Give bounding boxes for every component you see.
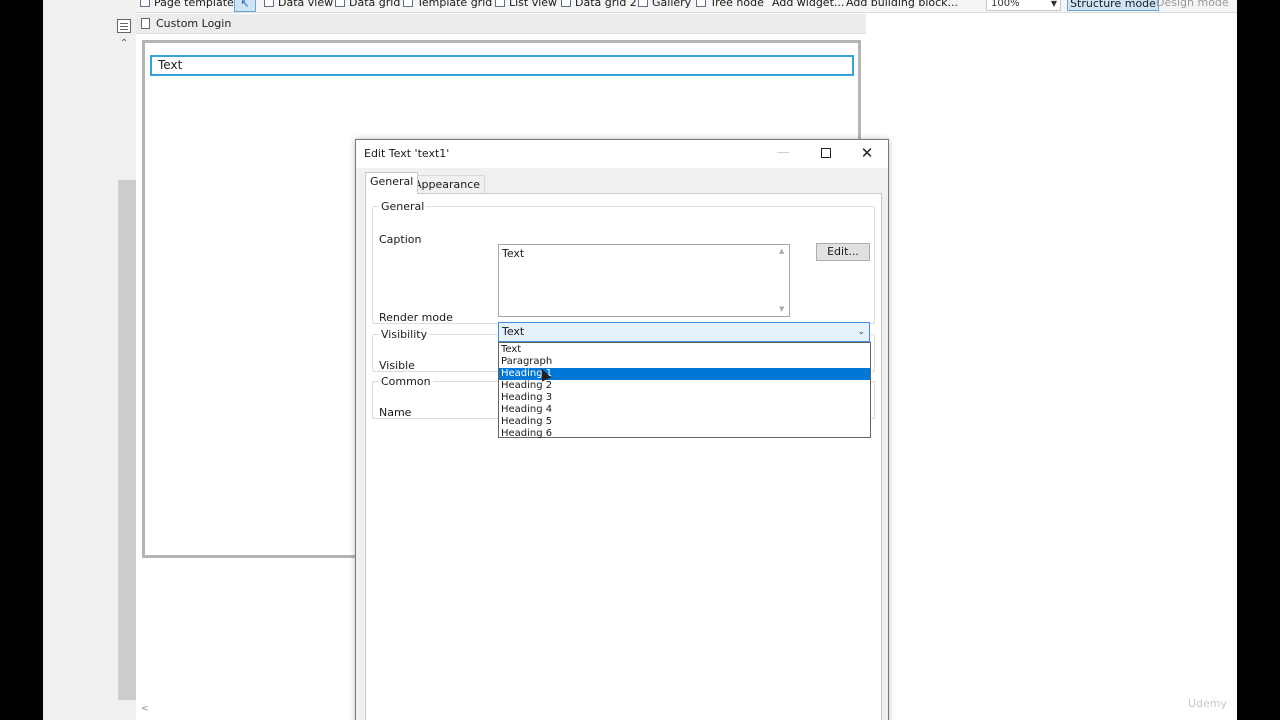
close-icon: ✕ [860,144,874,162]
right-letterbox [1237,0,1280,720]
scroll-down-icon: ▼ [779,305,785,313]
zoom-select[interactable]: 100% ▼ [986,0,1061,11]
structure-mode-button[interactable]: Structure mode [1067,0,1159,11]
edit-caption-button[interactable]: Edit... [816,243,870,261]
dialog-body: General Appearance General Visibility Co… [356,168,888,720]
dialog-title: Edit Text 'text1' [364,147,450,160]
page-tab-label: Custom Login [156,17,232,30]
tab-panel-general: General Visibility Common Caption Text ▲… [365,193,882,720]
render-mode-label: Render mode [379,311,453,324]
pointer-tool-button[interactable]: ↖ [234,0,256,12]
caption-value: Text [502,247,525,260]
left-letterbox [0,0,43,720]
chevron-up-icon[interactable]: ⌃ [120,38,128,49]
pointer-icon: ↖ [240,0,250,10]
close-button[interactable]: ✕ [846,140,888,168]
data-view-icon [264,0,274,7]
vertical-scrollbar[interactable] [118,180,136,700]
option-heading-3[interactable]: Heading 3 [499,392,870,404]
widget-toolbar: Page template ↖ Data view Data grid Temp… [136,0,1237,13]
minimize-icon: — [776,145,790,160]
option-text[interactable]: Text [499,344,870,356]
option-heading-4[interactable]: Heading 4 [499,404,870,416]
minimize-button[interactable]: — [762,140,804,168]
option-paragraph[interactable]: Paragraph [499,356,870,368]
caption-textarea[interactable]: Text ▲ ▼ [498,244,790,317]
text-widget[interactable]: Text [150,55,854,76]
toolbar-list-view[interactable]: List view [495,0,557,9]
chevron-down-icon: ⌄ [857,327,865,337]
page-tab[interactable]: Custom Login [136,14,866,34]
data-grid-2-icon [561,0,571,7]
scroll-up-icon: ▲ [779,247,785,255]
data-grid-icon [335,0,345,7]
toolbar-data-view[interactable]: Data view [264,0,333,9]
common-group-label: Common [379,375,433,388]
toolbar-tree-node[interactable]: Tree node [696,0,764,9]
tab-appearance[interactable]: Appearance [409,175,486,194]
add-widget-button[interactable]: Add widget... [772,0,844,9]
list-view-icon [495,0,505,7]
visible-label: Visible [379,359,415,372]
dropdown-arrow-icon: ▼ [1050,0,1057,8]
toolbar-data-grid-2[interactable]: Data grid 2 [561,0,637,9]
toolbar-data-grid[interactable]: Data grid [335,0,400,9]
template-grid-icon [403,0,413,7]
watermark-logo: Udemy [1188,697,1228,710]
edit-text-dialog: Edit Text 'text1' — ✕ General Appearance… [355,139,889,720]
page-structure-icon[interactable] [117,19,131,33]
option-heading-2[interactable]: Heading 2 [499,380,870,392]
option-heading-6[interactable]: Heading 6 [499,428,870,440]
name-label: Name [379,406,412,419]
design-mode-button[interactable]: Design mode [1156,0,1229,9]
scroll-left-icon[interactable]: < [141,704,149,714]
option-heading-5[interactable]: Heading 5 [499,416,870,428]
gallery-icon [638,0,648,7]
tree-node-icon [696,0,706,7]
tab-general[interactable]: General [365,172,419,194]
general-group-label: General [379,200,427,213]
caption-scrollbar[interactable]: ▲ ▼ [777,245,789,316]
option-heading-1[interactable]: Heading 1 [499,368,870,380]
maximize-icon [821,148,831,158]
render-mode-select[interactable]: Text ⌄ [498,322,870,342]
page-icon [141,18,150,29]
caption-label: Caption [379,233,422,246]
toolbar-page-template[interactable]: Page template [140,0,234,9]
visibility-group-label: Visibility [379,328,430,341]
toolbar-gallery[interactable]: Gallery [638,0,691,9]
render-mode-value: Text [502,325,525,338]
dialog-titlebar[interactable]: Edit Text 'text1' — ✕ [356,140,888,168]
toolbar-template-grid[interactable]: Template grid [403,0,492,9]
page-template-icon [140,0,150,7]
render-mode-dropdown-list: Text Paragraph Heading 1 Heading 2 Headi… [498,342,871,440]
add-building-block-button[interactable]: Add building block... [846,0,958,9]
maximize-button[interactable] [805,140,847,168]
